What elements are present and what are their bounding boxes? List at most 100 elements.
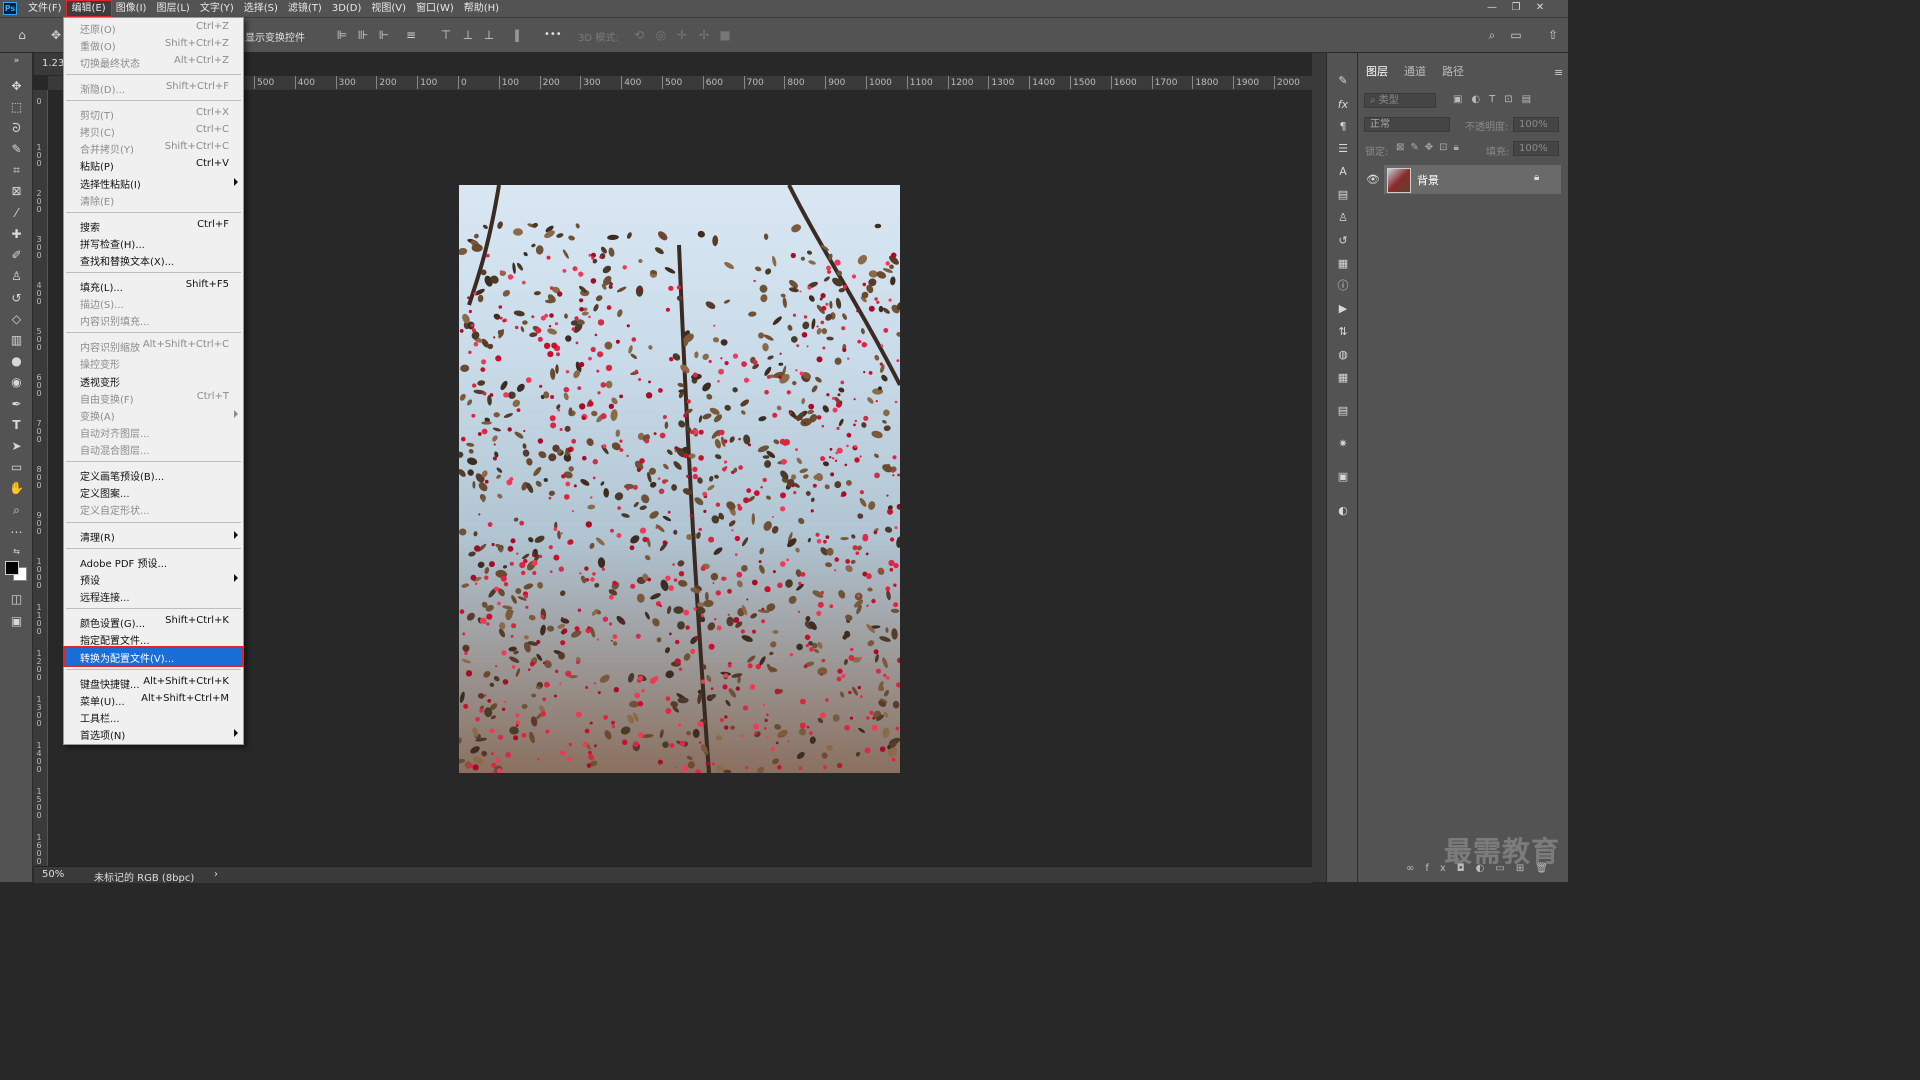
- 3d-slide-icon[interactable]: ✢: [696, 27, 712, 43]
- gradient-tool-icon[interactable]: ▥: [8, 332, 25, 349]
- tab-paths[interactable]: 路径: [1434, 63, 1472, 81]
- 3d-roll-icon[interactable]: ◎: [653, 27, 669, 43]
- menu-1[interactable]: 编辑(E): [65, 0, 112, 17]
- foreground-color-swatch[interactable]: [5, 561, 19, 575]
- 3d-camera-icon[interactable]: ■: [717, 27, 733, 43]
- edit-menu-item-18[interactable]: 透视变形: [65, 372, 242, 389]
- share-icon[interactable]: ⇧: [1545, 27, 1561, 43]
- paragraph-icon[interactable]: ¶: [1335, 119, 1351, 135]
- edit-menu-item-33[interactable]: 键盘快捷键... Alt+Shift+Ctrl+K: [65, 674, 242, 691]
- character-icon[interactable]: A: [1335, 164, 1351, 180]
- status-arrow-icon[interactable]: ›: [214, 869, 218, 880]
- document-tab[interactable]: 1.23.: [34, 53, 67, 75]
- restore-icon[interactable]: ❐: [1504, 0, 1528, 17]
- move-tool-icon[interactable]: ✥: [8, 78, 25, 95]
- edit-menu-item-11[interactable]: 拼写检查(H)...: [65, 234, 242, 251]
- paths-icon[interactable]: ▣: [1335, 469, 1351, 485]
- history-brush-tool-icon[interactable]: ↺: [8, 290, 25, 307]
- panel-menu-icon[interactable]: ≡: [1554, 66, 1563, 79]
- menu-0[interactable]: 文件(F): [23, 1, 67, 16]
- libraries-icon[interactable]: ▤: [1335, 187, 1351, 203]
- edit-menu-item-27[interactable]: Adobe PDF 预设...: [65, 553, 242, 570]
- more-options-icon[interactable]: •••: [544, 29, 562, 40]
- distribute-icon[interactable]: ≡: [403, 27, 419, 43]
- menu-4[interactable]: 文字(Y): [195, 1, 239, 16]
- edit-menu-item-10[interactable]: 搜索 Ctrl+F: [65, 217, 242, 234]
- menu-3[interactable]: 图层(L): [151, 1, 194, 16]
- edit-menu-item-28[interactable]: 预设: [65, 570, 242, 587]
- edit-menu-item-13[interactable]: 填充(L)... Shift+F5: [65, 277, 242, 294]
- vertical-scrollbar[interactable]: [1312, 53, 1326, 882]
- channels-icon[interactable]: ✷: [1335, 436, 1351, 452]
- blend-mode-select[interactable]: 正常: [1364, 117, 1450, 132]
- eyedropper-tool-icon[interactable]: ⁄: [8, 205, 25, 222]
- tab-layers[interactable]: 图层: [1358, 63, 1396, 81]
- search-icon[interactable]: ⌕: [1484, 27, 1500, 43]
- layer-row-background[interactable]: 背景 🔒︎: [1384, 165, 1561, 194]
- type-tool-icon[interactable]: T: [8, 417, 25, 434]
- menu-8[interactable]: 视图(V): [366, 1, 411, 16]
- brush-settings-icon[interactable]: ✎: [1335, 73, 1351, 89]
- 3d-orbit-icon[interactable]: ⟲: [631, 27, 647, 43]
- brush-tool-icon[interactable]: ✐: [8, 247, 25, 264]
- edit-menu-item-32[interactable]: 转换为配置文件(V)...: [63, 646, 244, 667]
- edit-menu-item-29[interactable]: 远程连接...: [65, 587, 242, 604]
- align-bottom-icon[interactable]: ⊥: [481, 27, 497, 43]
- edit-toolbar-icon[interactable]: ⋯: [8, 524, 25, 541]
- edit-menu-item-12[interactable]: 查找和替换文本(X)...: [65, 251, 242, 268]
- document-photo[interactable]: [459, 185, 900, 773]
- opacity-input[interactable]: 100%: [1513, 117, 1559, 132]
- crop-tool-icon[interactable]: ⌗: [8, 162, 25, 179]
- notes-icon[interactable]: ▤: [1335, 403, 1351, 419]
- 3d-pan-icon[interactable]: ✛: [674, 27, 690, 43]
- clone-stamp-tool-icon[interactable]: ♙: [8, 268, 25, 285]
- align-left-icon[interactable]: ⊫: [334, 27, 350, 43]
- history-icon[interactable]: ↺: [1335, 233, 1351, 249]
- adjustments-icon[interactable]: ☰: [1335, 141, 1351, 157]
- workspace-icon[interactable]: ▭: [1508, 27, 1524, 43]
- timeline-icon[interactable]: ▦: [1335, 370, 1351, 386]
- frame-tool-icon[interactable]: ⊠: [8, 183, 25, 200]
- lock-icons[interactable]: ⊠✎✥⊡🔒︎: [1396, 142, 1465, 153]
- edit-menu-item-23[interactable]: 定义画笔预设(B)...: [65, 466, 242, 483]
- menu-10[interactable]: 帮助(H): [459, 1, 504, 16]
- 3d-icon[interactable]: ◍: [1335, 347, 1351, 363]
- pen-tool-icon[interactable]: ✒: [8, 396, 25, 413]
- distribute-vertical-icon[interactable]: ‖: [509, 27, 525, 43]
- menu-9[interactable]: 窗口(W): [411, 1, 459, 16]
- align-middle-icon[interactable]: ⊥: [460, 27, 476, 43]
- healing-brush-tool-icon[interactable]: ✚: [8, 226, 25, 243]
- actions-play-icon[interactable]: ▶: [1335, 301, 1351, 317]
- edit-menu-item-26[interactable]: 清理(R): [65, 527, 242, 544]
- align-right-icon[interactable]: ⊩: [376, 27, 392, 43]
- eraser-tool-icon[interactable]: ◇: [8, 311, 25, 328]
- menu-2[interactable]: 图像(I): [111, 1, 152, 16]
- properties-icon[interactable]: ▦: [1335, 256, 1351, 272]
- swap-colors-icon[interactable]: ⇆: [8, 543, 25, 560]
- home-icon[interactable]: ⌂: [14, 27, 30, 43]
- hand-tool-icon[interactable]: ✋: [8, 480, 25, 497]
- path-select-tool-icon[interactable]: ➤: [8, 438, 25, 455]
- lasso-tool-icon[interactable]: ᘐ: [8, 120, 25, 137]
- edit-menu-item-24[interactable]: 定义图案...: [65, 483, 242, 500]
- tab-channels[interactable]: 通道: [1396, 63, 1434, 81]
- edit-menu-item-31[interactable]: 指定配置文件...: [65, 630, 242, 647]
- menu-6[interactable]: 滤镜(T): [283, 1, 327, 16]
- dodge-tool-icon[interactable]: ◉: [8, 374, 25, 391]
- align-top-icon[interactable]: ⊤: [438, 27, 454, 43]
- minimize-icon[interactable]: —: [1480, 0, 1504, 17]
- quick-select-tool-icon[interactable]: ✎: [8, 141, 25, 158]
- clone-source-icon[interactable]: ♙: [1335, 210, 1351, 226]
- layer-visibility-eye-icon[interactable]: 👁︎: [1366, 173, 1380, 186]
- layer-comps-icon[interactable]: ⇅: [1335, 324, 1351, 340]
- zoom-level[interactable]: 50%: [42, 869, 64, 880]
- edit-menu-item-7[interactable]: 粘贴(P) Ctrl+V: [65, 156, 242, 173]
- close-icon[interactable]: ✕: [1528, 0, 1552, 17]
- blur-tool-icon[interactable]: ●: [8, 353, 25, 370]
- marquee-tool-icon[interactable]: ⬚: [8, 99, 25, 116]
- show-transform-controls-label[interactable]: 显示变换控件: [245, 29, 305, 44]
- edit-menu-item-34[interactable]: 菜单(U)... Alt+Shift+Ctrl+M: [65, 691, 242, 708]
- rectangle-tool-icon[interactable]: ▭: [8, 459, 25, 476]
- styles-icon[interactable]: fx: [1335, 97, 1351, 113]
- zoom-tool-icon[interactable]: ⌕: [8, 502, 25, 519]
